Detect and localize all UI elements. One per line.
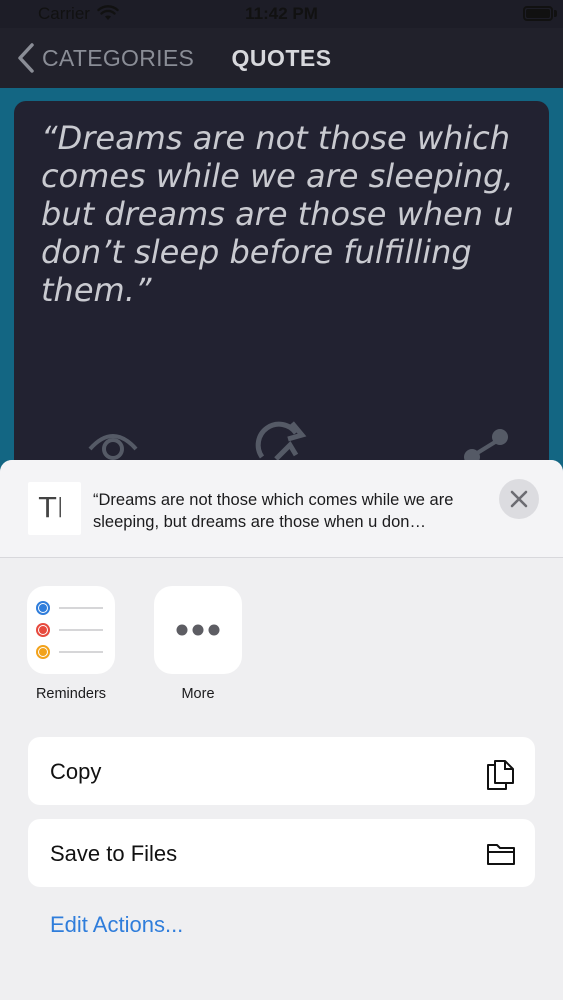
quote-text: “Dreams are not those which comes while … — [41, 119, 514, 309]
navigation-bar: CATEGORIES QUOTES — [0, 28, 563, 88]
copy-label: Copy — [50, 759, 102, 784]
folder-icon — [487, 844, 515, 865]
preview-thumbnail: TI — [28, 482, 81, 535]
save-to-files-action[interactable]: Save to Files — [28, 819, 535, 887]
copy-action[interactable]: Copy — [28, 737, 535, 805]
text-format-icon: TI — [39, 491, 65, 524]
page-title: QUOTES — [231, 45, 332, 71]
share-sheet: TI “Dreams are not those which comes whi… — [0, 460, 563, 1000]
reminders-icon — [27, 586, 115, 674]
reminders-list-icon — [36, 601, 103, 659]
close-button[interactable] — [499, 479, 539, 519]
copy-icon — [487, 760, 514, 790]
battery-tip — [554, 10, 557, 17]
preview-text: “Dreams are not those which comes while … — [93, 491, 454, 531]
battery-icon — [523, 6, 553, 21]
status-bar: Carrier 11:42 PM — [0, 0, 563, 28]
share-app-label: Reminders — [35, 686, 107, 702]
share-app-more[interactable]: More — [154, 586, 242, 702]
share-app-reminders[interactable]: Reminders — [27, 586, 115, 702]
more-icon — [154, 586, 242, 674]
share-app-label: More — [181, 686, 215, 702]
quote-card: “Dreams are not those which comes while … — [14, 101, 549, 521]
status-time: 11:42 PM — [245, 4, 318, 23]
ellipsis-icon — [176, 624, 220, 636]
share-app-row: Reminders More — [0, 586, 563, 706]
edit-actions-link[interactable]: Edit Actions... — [50, 912, 183, 938]
save-to-files-label: Save to Files — [50, 841, 178, 866]
share-sheet-header: TI “Dreams are not those which comes whi… — [0, 460, 563, 558]
close-icon — [510, 490, 528, 508]
